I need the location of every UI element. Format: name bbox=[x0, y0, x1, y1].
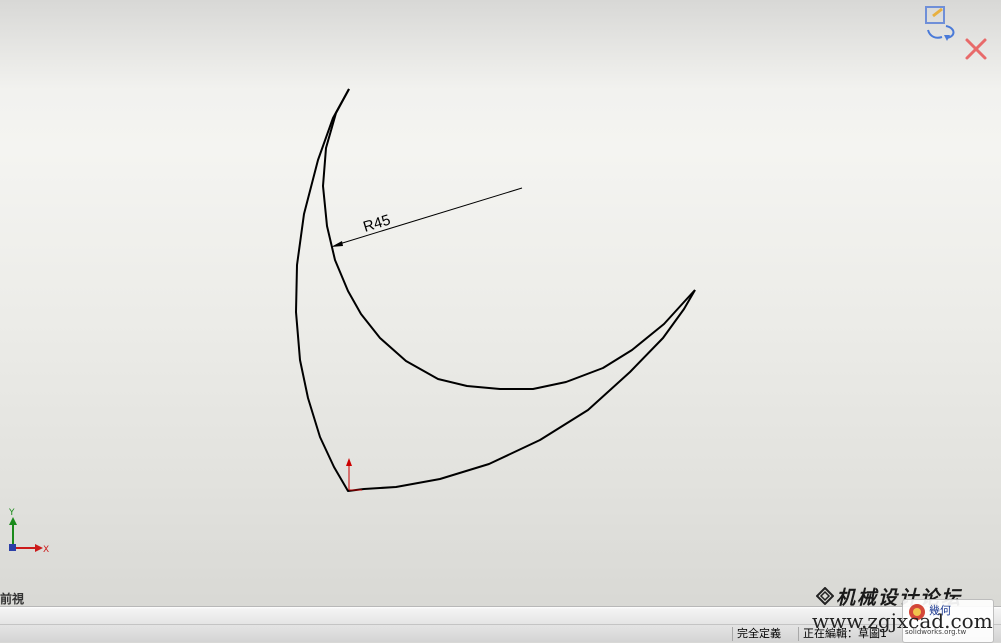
axis-x-label: X bbox=[43, 545, 49, 555]
view-orientation-label: 前視 bbox=[0, 592, 25, 606]
axis-y-label: Y bbox=[8, 508, 15, 518]
dimension-r45-label[interactable]: R45 bbox=[361, 212, 392, 236]
dimension-leader-line[interactable] bbox=[335, 187, 523, 246]
sketch-origin-icon bbox=[346, 458, 362, 491]
sketch-inner-arc[interactable] bbox=[322, 88, 696, 390]
site-watermark: 机械设计论坛 幾何 solidworks.org.tw www.zgjxcad.… bbox=[810, 583, 1000, 643]
close-sketch-icon[interactable] bbox=[964, 37, 988, 61]
watermark-diamond-icon bbox=[816, 587, 834, 605]
watermark-url: www.zgjxcad.com bbox=[812, 609, 993, 633]
sketch-outer-arc[interactable] bbox=[295, 88, 696, 492]
sketch-canvas[interactable]: R45 Y X bbox=[0, 0, 1001, 606]
dimension-arrowhead bbox=[331, 241, 343, 247]
status-sketch-state: 完全定義 bbox=[732, 627, 785, 641]
rebuild-confirm-icon[interactable] bbox=[922, 4, 960, 42]
graphics-viewport[interactable]: R45 Y X 前視 bbox=[0, 0, 1001, 606]
axis-triad-icon bbox=[9, 517, 43, 552]
